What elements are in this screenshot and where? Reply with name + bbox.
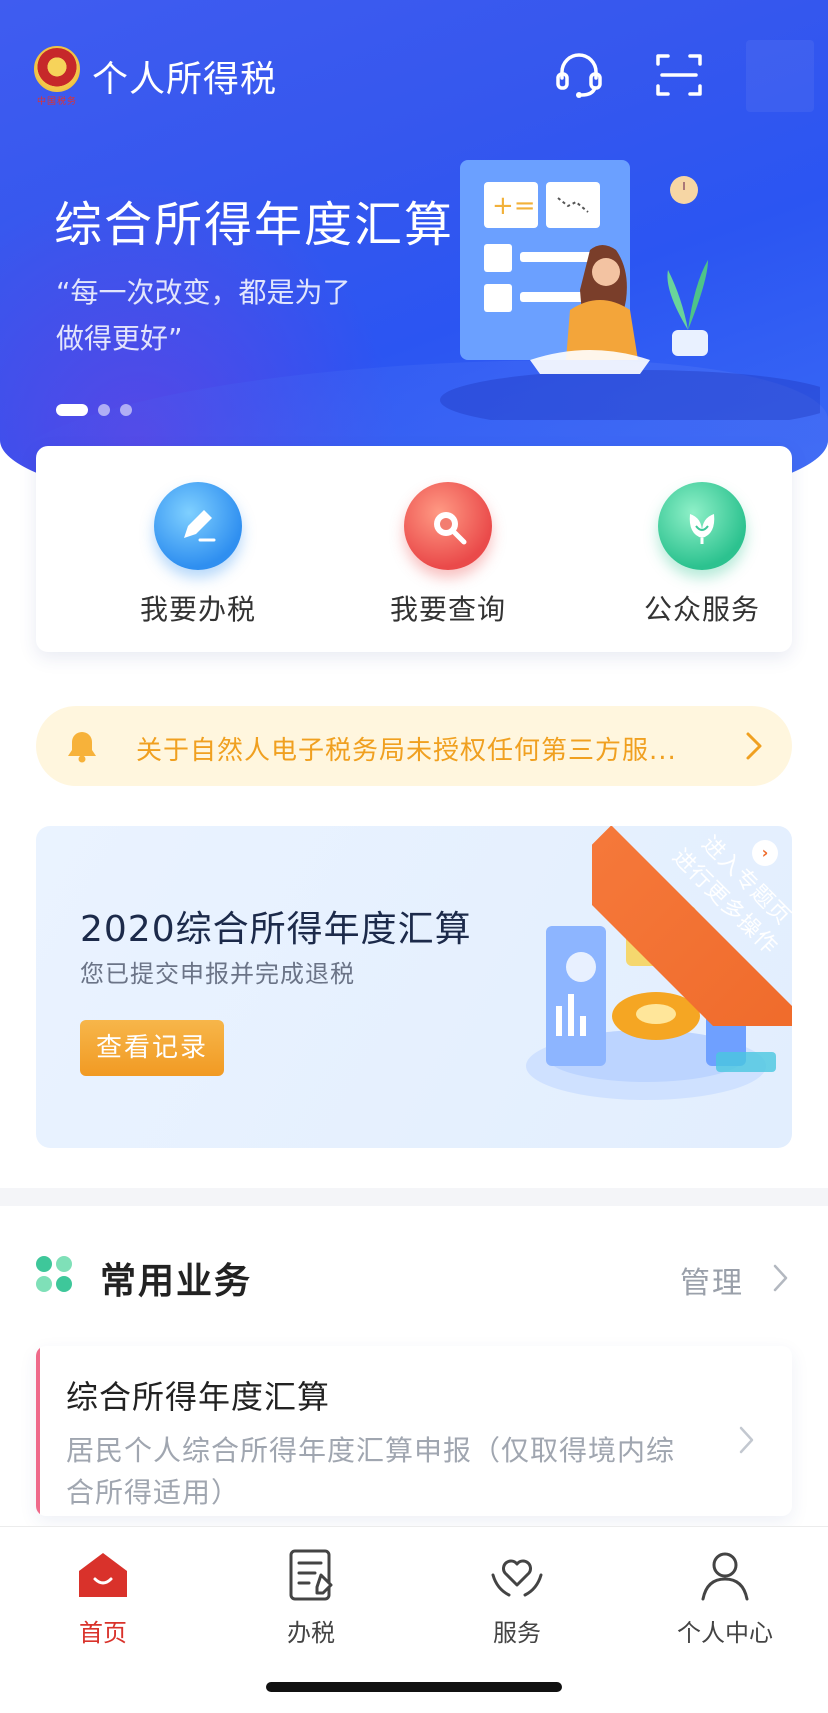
hero-banner[interactable]: 中国税务 个人所得税 综合所得年度汇算 “每一次改变，都是为了 做得更好” +=	[0, 0, 828, 520]
carousel-dot[interactable]	[120, 404, 132, 416]
banner-quote-line2: 做得更好”	[56, 322, 183, 355]
carousel-indicator[interactable]	[56, 404, 132, 416]
tab-label: 个人中心	[677, 1619, 773, 1647]
header-right-slot	[746, 40, 814, 112]
annual-settlement-card[interactable]: 2020综合所得年度汇算 您已提交申报并完成退税 查看记录 进入专题页 进行更多…	[36, 826, 792, 1148]
public-service-badge	[658, 482, 746, 570]
carousel-dot-active[interactable]	[56, 404, 88, 416]
annual-card-subtitle: 您已提交申报并完成退税	[80, 960, 355, 988]
ribbon-arrow-icon: ›	[752, 840, 778, 866]
heart-hands-icon	[491, 1559, 543, 1597]
tab-tax[interactable]: 办税	[236, 1545, 386, 1648]
chevron-right-icon	[739, 1426, 754, 1454]
annual-card-title: 2020综合所得年度汇算	[80, 909, 472, 950]
common-business-title: 常用业务	[100, 1261, 253, 1302]
view-records-button[interactable]: 查看记录	[80, 1020, 224, 1076]
app-title: 个人所得税	[92, 59, 278, 100]
quick-action-public-service[interactable]: 公众服务	[602, 482, 802, 628]
quick-action-label: 公众服务	[643, 593, 760, 626]
manage-link[interactable]: 管理	[680, 1258, 744, 1302]
home-indicator[interactable]	[266, 1682, 562, 1692]
notice-text: 关于自然人电子税务局未授权任何第三方服...	[136, 736, 677, 766]
chevron-right-icon	[746, 732, 762, 760]
quick-action-query[interactable]: 我要查询	[348, 482, 548, 628]
topic-page-ribbon[interactable]: 进入专题页 进行更多操作 ›	[592, 826, 792, 1026]
service-accent-bar	[36, 1346, 40, 1516]
tab-personal-center[interactable]: 个人中心	[650, 1545, 800, 1648]
tab-label: 首页	[79, 1619, 127, 1647]
flower-icon	[689, 514, 715, 544]
apps-grid-icon	[36, 1256, 72, 1292]
banner-quote-line1: “每一次改变，都是为了	[56, 276, 351, 309]
bell-icon	[68, 732, 96, 763]
quick-action-label: 我要办税	[139, 593, 256, 626]
tab-home[interactable]: 首页	[28, 1545, 178, 1648]
service-description: 居民个人综合所得年度汇算申报（仅取得境内综合所得适用）	[66, 1434, 676, 1509]
tab-label: 办税	[287, 1619, 335, 1647]
query-action-badge	[404, 482, 492, 570]
quick-action-tax[interactable]: 我要办税	[98, 482, 298, 628]
service-item-annual-settlement[interactable]: 综合所得年度汇算 居民个人综合所得年度汇算申报（仅取得境内综合所得适用）	[36, 1346, 792, 1516]
person-icon	[701, 1552, 749, 1601]
svg-text:+=: +=	[492, 191, 536, 221]
service-title: 综合所得年度汇算	[66, 1378, 331, 1416]
document-icon	[289, 1549, 333, 1601]
search-icon	[434, 512, 467, 545]
banner-quote: “每一次改变，都是为了 做得更好”	[56, 270, 416, 362]
quick-action-label: 我要查询	[389, 593, 506, 626]
page: 中国税务 个人所得税 综合所得年度汇算 “每一次改变，都是为了 做得更好” +=…	[0, 0, 828, 1713]
tab-service[interactable]: 服务	[442, 1545, 592, 1648]
scan-icon[interactable]	[652, 48, 706, 102]
header-bar: 中国税务 个人所得税	[0, 40, 828, 112]
customer-service-icon[interactable]	[552, 48, 606, 102]
tab-label: 服务	[493, 1619, 541, 1647]
carousel-dot[interactable]	[98, 404, 110, 416]
tax-emblem-icon	[34, 46, 80, 92]
home-icon	[79, 1553, 127, 1597]
quick-actions-card: 我要办税 我要查询 公众服务	[36, 446, 792, 652]
emblem-caption: 中国税务	[36, 97, 77, 107]
chevron-right-icon[interactable]	[772, 1262, 790, 1294]
banner-title: 综合所得年度汇算	[54, 197, 455, 253]
banner-illustration: +=	[440, 160, 820, 420]
notice-bar[interactable]: 关于自然人电子税务局未授权任何第三方服...	[36, 706, 792, 786]
section-divider	[0, 1188, 828, 1206]
pencil-icon	[184, 510, 216, 542]
tax-action-badge	[154, 482, 242, 570]
